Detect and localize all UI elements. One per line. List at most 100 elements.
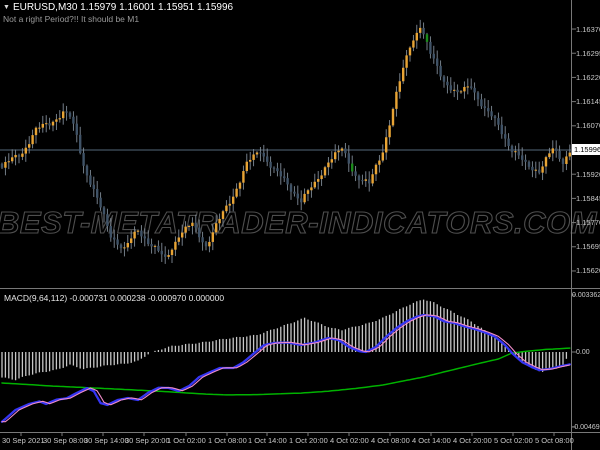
candle-up	[34, 127, 38, 136]
candle-down	[262, 152, 265, 157]
candle-up	[126, 243, 129, 248]
candle-down	[113, 237, 116, 240]
candle-up	[136, 230, 140, 232]
candle-down	[201, 237, 204, 243]
candle-down	[286, 178, 289, 185]
candle-up	[541, 166, 544, 173]
candle-up	[7, 161, 10, 163]
candle-down	[89, 175, 92, 185]
candle-up	[306, 190, 310, 194]
candle-up	[221, 211, 225, 219]
candle-down	[293, 191, 296, 194]
candle-up	[378, 160, 381, 165]
candle-down	[524, 159, 527, 162]
candle-up	[11, 157, 14, 162]
candle-up	[453, 89, 456, 91]
time-axis-label: 4 Oct 20:00	[453, 436, 492, 445]
candle-up	[28, 144, 31, 148]
candle-down	[473, 87, 476, 93]
candle-down	[480, 99, 483, 107]
candle-up	[245, 161, 248, 172]
candle-down	[439, 65, 442, 77]
macd-axis-label: -0.004696	[572, 423, 600, 431]
candle-down	[500, 124, 503, 135]
candle-down	[300, 198, 303, 203]
candle-down	[497, 118, 500, 125]
candle-up	[395, 91, 398, 109]
candle-up	[24, 147, 27, 154]
candle-up	[463, 86, 466, 92]
candle-down	[368, 179, 371, 184]
candle-up	[313, 181, 316, 188]
candle-up	[55, 119, 58, 122]
candle-up	[31, 135, 34, 145]
candle-down	[140, 230, 143, 237]
time-axis-label: 30 Sep 08:00	[43, 436, 88, 445]
time-axis-label: 4 Oct 02:00	[330, 436, 369, 445]
candle-down	[99, 197, 102, 208]
candle-up	[218, 218, 221, 224]
candle-up	[174, 241, 177, 250]
candle-up	[374, 164, 378, 175]
candle-up	[167, 255, 170, 257]
candle-green	[425, 34, 429, 42]
candle-up	[364, 179, 367, 181]
candle-down	[68, 112, 72, 117]
candle-down	[510, 146, 514, 153]
candle-up	[215, 223, 218, 233]
candle-up	[402, 67, 405, 82]
candle-up	[405, 55, 408, 68]
candle-down	[143, 236, 146, 239]
time-axis-label: 5 Oct 08:00	[535, 436, 574, 445]
candle-up	[565, 156, 568, 164]
candle-down	[82, 153, 85, 166]
candle-up	[415, 32, 418, 41]
candle-down	[442, 76, 446, 82]
candle-down	[490, 111, 493, 117]
candle-up	[398, 81, 401, 92]
candle-down	[96, 188, 99, 198]
candle-up	[187, 226, 191, 228]
candle-up	[123, 247, 126, 249]
candle-up	[181, 232, 184, 238]
candle-up	[412, 40, 415, 48]
candle-down	[357, 175, 361, 181]
candle-up	[551, 148, 554, 154]
candle-up	[51, 121, 55, 126]
candle-down	[344, 148, 347, 154]
candle-down	[160, 250, 163, 255]
candle-down	[487, 108, 490, 112]
candle-down	[266, 156, 269, 162]
candle-down	[283, 176, 286, 179]
macd-axis-label: 0.003362	[572, 291, 600, 299]
candle-up	[153, 245, 157, 247]
candle-up	[177, 237, 180, 242]
candle-up	[170, 249, 174, 256]
candle-down	[531, 166, 534, 171]
candle-down	[92, 184, 95, 189]
candle-up	[323, 167, 327, 176]
candle-down	[48, 123, 51, 126]
candle-up	[310, 187, 313, 191]
candle-up	[466, 86, 469, 88]
candle-up	[252, 154, 255, 160]
macd-signal-line	[1, 314, 571, 423]
candle-down	[422, 27, 425, 35]
candle-down	[259, 152, 262, 154]
chart-canvas[interactable]: BEST-METATRADER-INDICATORS.COM	[0, 0, 600, 450]
candle-up	[242, 171, 245, 183]
candle-up	[14, 154, 17, 158]
macd-indicator-label: MACD(9,64,112) -0.000731 0.000238 -0.000…	[4, 293, 225, 303]
time-axis-label: 1 Oct 20:00	[289, 436, 328, 445]
candle-down	[0, 163, 4, 168]
candle-down	[272, 167, 276, 169]
candle-up	[544, 157, 548, 167]
candle-up	[303, 193, 306, 203]
symbol-marker-icon: ▼	[3, 4, 10, 11]
candle-down	[521, 155, 524, 160]
candle-up	[568, 152, 571, 157]
candle-up	[255, 152, 259, 155]
time-axis-label: 30 Sep 2021	[2, 436, 45, 445]
candle-up	[38, 127, 41, 129]
candle-up	[534, 169, 537, 171]
